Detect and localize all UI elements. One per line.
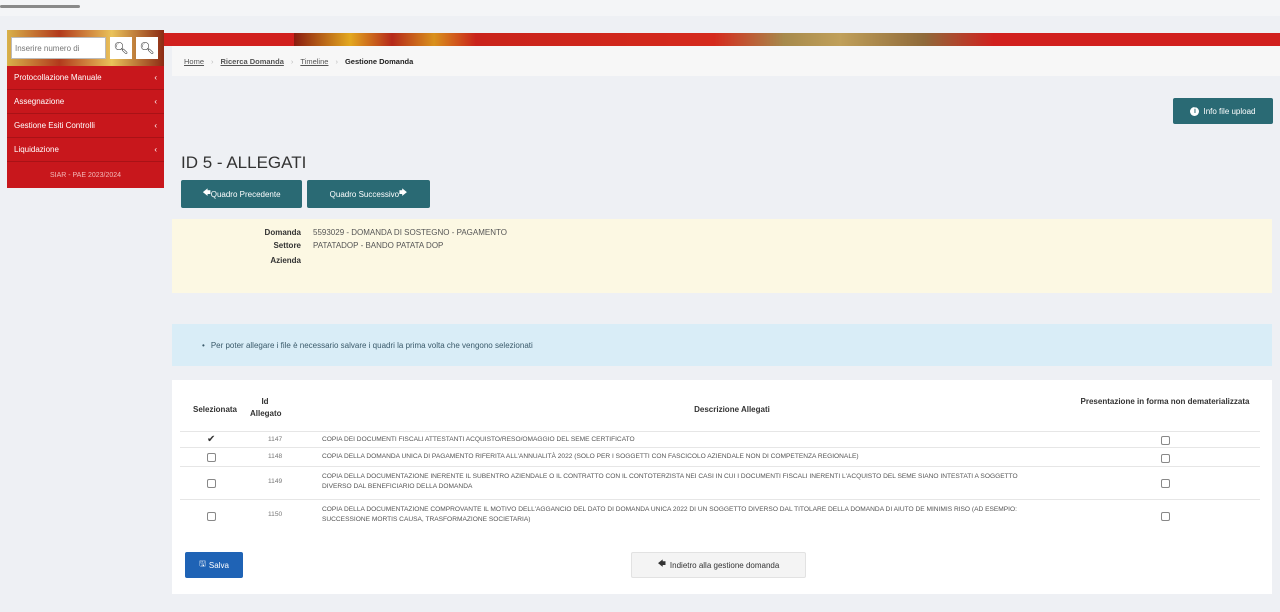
presentazione-checkbox[interactable] (1161, 454, 1170, 463)
table-row: 1148 COPIA DELLA DOMANDA UNICA DI PAGAME… (180, 447, 1260, 466)
presentazione-checkbox[interactable] (1161, 436, 1170, 445)
page-title: ID 5 - ALLEGATI (181, 153, 307, 172)
arrow-right-icon: 🡆︎ (399, 188, 408, 197)
presentazione-checkbox[interactable] (1161, 512, 1170, 521)
chevron-left-icon: ‹ (154, 145, 157, 154)
search-icon: 🔍︎ (113, 41, 129, 55)
selezionata-checkbox[interactable] (207, 453, 216, 462)
search-input[interactable] (11, 37, 106, 59)
header-presentazione: Presentazione in forma non dematerializz… (1080, 397, 1250, 406)
banner-image (294, 33, 994, 46)
alert-text: Per poter allegare i file è necessario s… (210, 340, 533, 350)
descrizione-allegato: COPIA DELLA DOCUMENTAZIONE INERENTE IL S… (322, 473, 1018, 490)
sidebar-footer-text: SIAR - PAE 2023/2024 (49, 171, 122, 179)
descrizione-allegato: COPIA DELLA DOCUMENTAZIONE COMPROVANTE I… (322, 506, 1017, 523)
sidebar-item-protocollazione[interactable]: Protocollazione Manuale ‹ (7, 66, 164, 90)
scroll-mark (0, 5, 80, 8)
prev-section-label: Quadro Precedente (210, 189, 281, 199)
search-button[interactable]: 🔍︎ (110, 37, 132, 59)
next-section-label: Quadro Successivo (329, 189, 400, 199)
breadcrumb-home[interactable]: Home (184, 57, 204, 66)
chevron-left-icon: ‹ (154, 121, 157, 130)
browser-top-strip (0, 0, 1280, 16)
save-button[interactable]: 🖫︎ Salva (185, 552, 243, 578)
info-file-upload-button[interactable]: i Info file upload (1173, 98, 1273, 124)
header-id-allegato: Id Allegato (250, 397, 282, 418)
sidebar-item-label: Gestione Esiti Controlli (14, 121, 95, 130)
presentazione-checkbox[interactable] (1161, 479, 1170, 488)
selezionata-checkbox[interactable] (207, 479, 216, 488)
breadcrumb: Home › Ricerca Domanda › Timeline › Gest… (172, 46, 1280, 76)
back-to-domanda-button[interactable]: 🡄︎ Indietro alla gestione domanda (631, 552, 806, 578)
sidebar-item-assegnazione[interactable]: Assegnazione ‹ (7, 90, 164, 114)
breadcrumb-ricerca[interactable]: Ricerca Domanda (221, 57, 284, 66)
back-label: Indietro alla gestione domanda (669, 560, 780, 570)
id-allegato: 1149 (268, 478, 283, 485)
id-allegato: 1148 (268, 453, 283, 460)
domanda-summary: Domanda 5593029 - DOMANDA DI SOSTEGNO - … (172, 219, 1272, 293)
info-alert: • Per poter allegare i file è necessario… (172, 324, 1272, 366)
sidebar-item-label: Liquidazione (14, 145, 59, 154)
id-allegato: 1147 (268, 436, 283, 443)
azienda-row: Azienda (172, 256, 313, 265)
breadcrumb-separator: › (211, 56, 214, 66)
breadcrumb-timeline[interactable]: Timeline (300, 57, 328, 66)
azienda-label: Azienda (270, 256, 301, 265)
sidebar-item-label: Protocollazione Manuale (14, 73, 102, 82)
breadcrumb-separator: › (335, 56, 338, 66)
info-file-upload-label: Info file upload (1203, 106, 1256, 116)
id-allegato: 1150 (268, 511, 283, 518)
save-icon: 🖫︎ (199, 559, 206, 568)
bullet: • (202, 340, 205, 350)
sidebar-item-liquidazione[interactable]: Liquidazione ‹ (7, 138, 164, 162)
sidebar-item-label: Assegnazione (14, 97, 65, 106)
chevron-left-icon: ‹ (154, 97, 157, 106)
descrizione-allegato: COPIA DEI DOCUMENTI FISCALI ATTESTANTI A… (322, 436, 635, 443)
header-banner (164, 33, 1280, 46)
table-row: ✔ 1147 COPIA DEI DOCUMENTI FISCALI ATTES… (180, 431, 1260, 447)
domanda-row: Domanda 5593029 - DOMANDA DI SOSTEGNO - … (172, 228, 507, 237)
header-descrizione: Descrizione Allegati (694, 405, 770, 414)
breadcrumb-separator: › (290, 56, 294, 66)
domanda-value: 5593029 - DOMANDA DI SOSTEGNO - PAGAMENT… (313, 228, 507, 237)
sidebar-item-gestione-esiti[interactable]: Gestione Esiti Controlli ‹ (7, 114, 164, 138)
selezionata-checkbox[interactable] (207, 512, 216, 521)
descrizione-allegato: COPIA DELLA DOMANDA UNICA DI PAGAMENTO R… (322, 453, 859, 460)
info-icon: i (1190, 106, 1200, 116)
header-selezionata: Selezionata (192, 405, 237, 414)
sidebar-footer: SIAR - PAE 2023/2024 (7, 162, 164, 188)
search-icon: 🔍︎ (139, 41, 155, 55)
breadcrumb-current: Gestione Domanda (344, 56, 414, 66)
allegati-panel: Selezionata Id Allegato Descrizione Alle… (172, 380, 1272, 594)
table-row: 1149 COPIA DELLA DOCUMENTAZIONE INERENTE… (180, 466, 1260, 499)
domanda-label: Domanda (264, 228, 301, 237)
settore-label: Settore (273, 241, 301, 250)
chevron-left-icon: ‹ (154, 73, 157, 82)
checkmark-icon[interactable]: ✔ (207, 435, 215, 445)
settore-value: PATATADOP - BANDO PATATA DOP (313, 241, 444, 250)
sidebar-search: 🔍︎ 🔍︎ (7, 30, 164, 66)
next-section-button[interactable]: Quadro Successivo 🡆︎ (307, 180, 430, 208)
settore-row: Settore PATATADOP - BANDO PATATA DOP (172, 241, 443, 250)
table-row: 1150 COPIA DELLA DOCUMENTAZIONE COMPROVA… (180, 499, 1260, 531)
save-label: Salva (208, 560, 229, 570)
arrow-left-icon: 🡄︎ (657, 559, 666, 568)
prev-section-button[interactable]: 🡄︎ Quadro Precedente (181, 180, 302, 208)
advanced-search-button[interactable]: 🔍︎ (136, 37, 158, 59)
arrow-left-icon: 🡄︎ (202, 188, 211, 197)
sidebar: 🔍︎ 🔍︎ Protocollazione Manuale ‹ Assegnazi… (7, 30, 164, 188)
